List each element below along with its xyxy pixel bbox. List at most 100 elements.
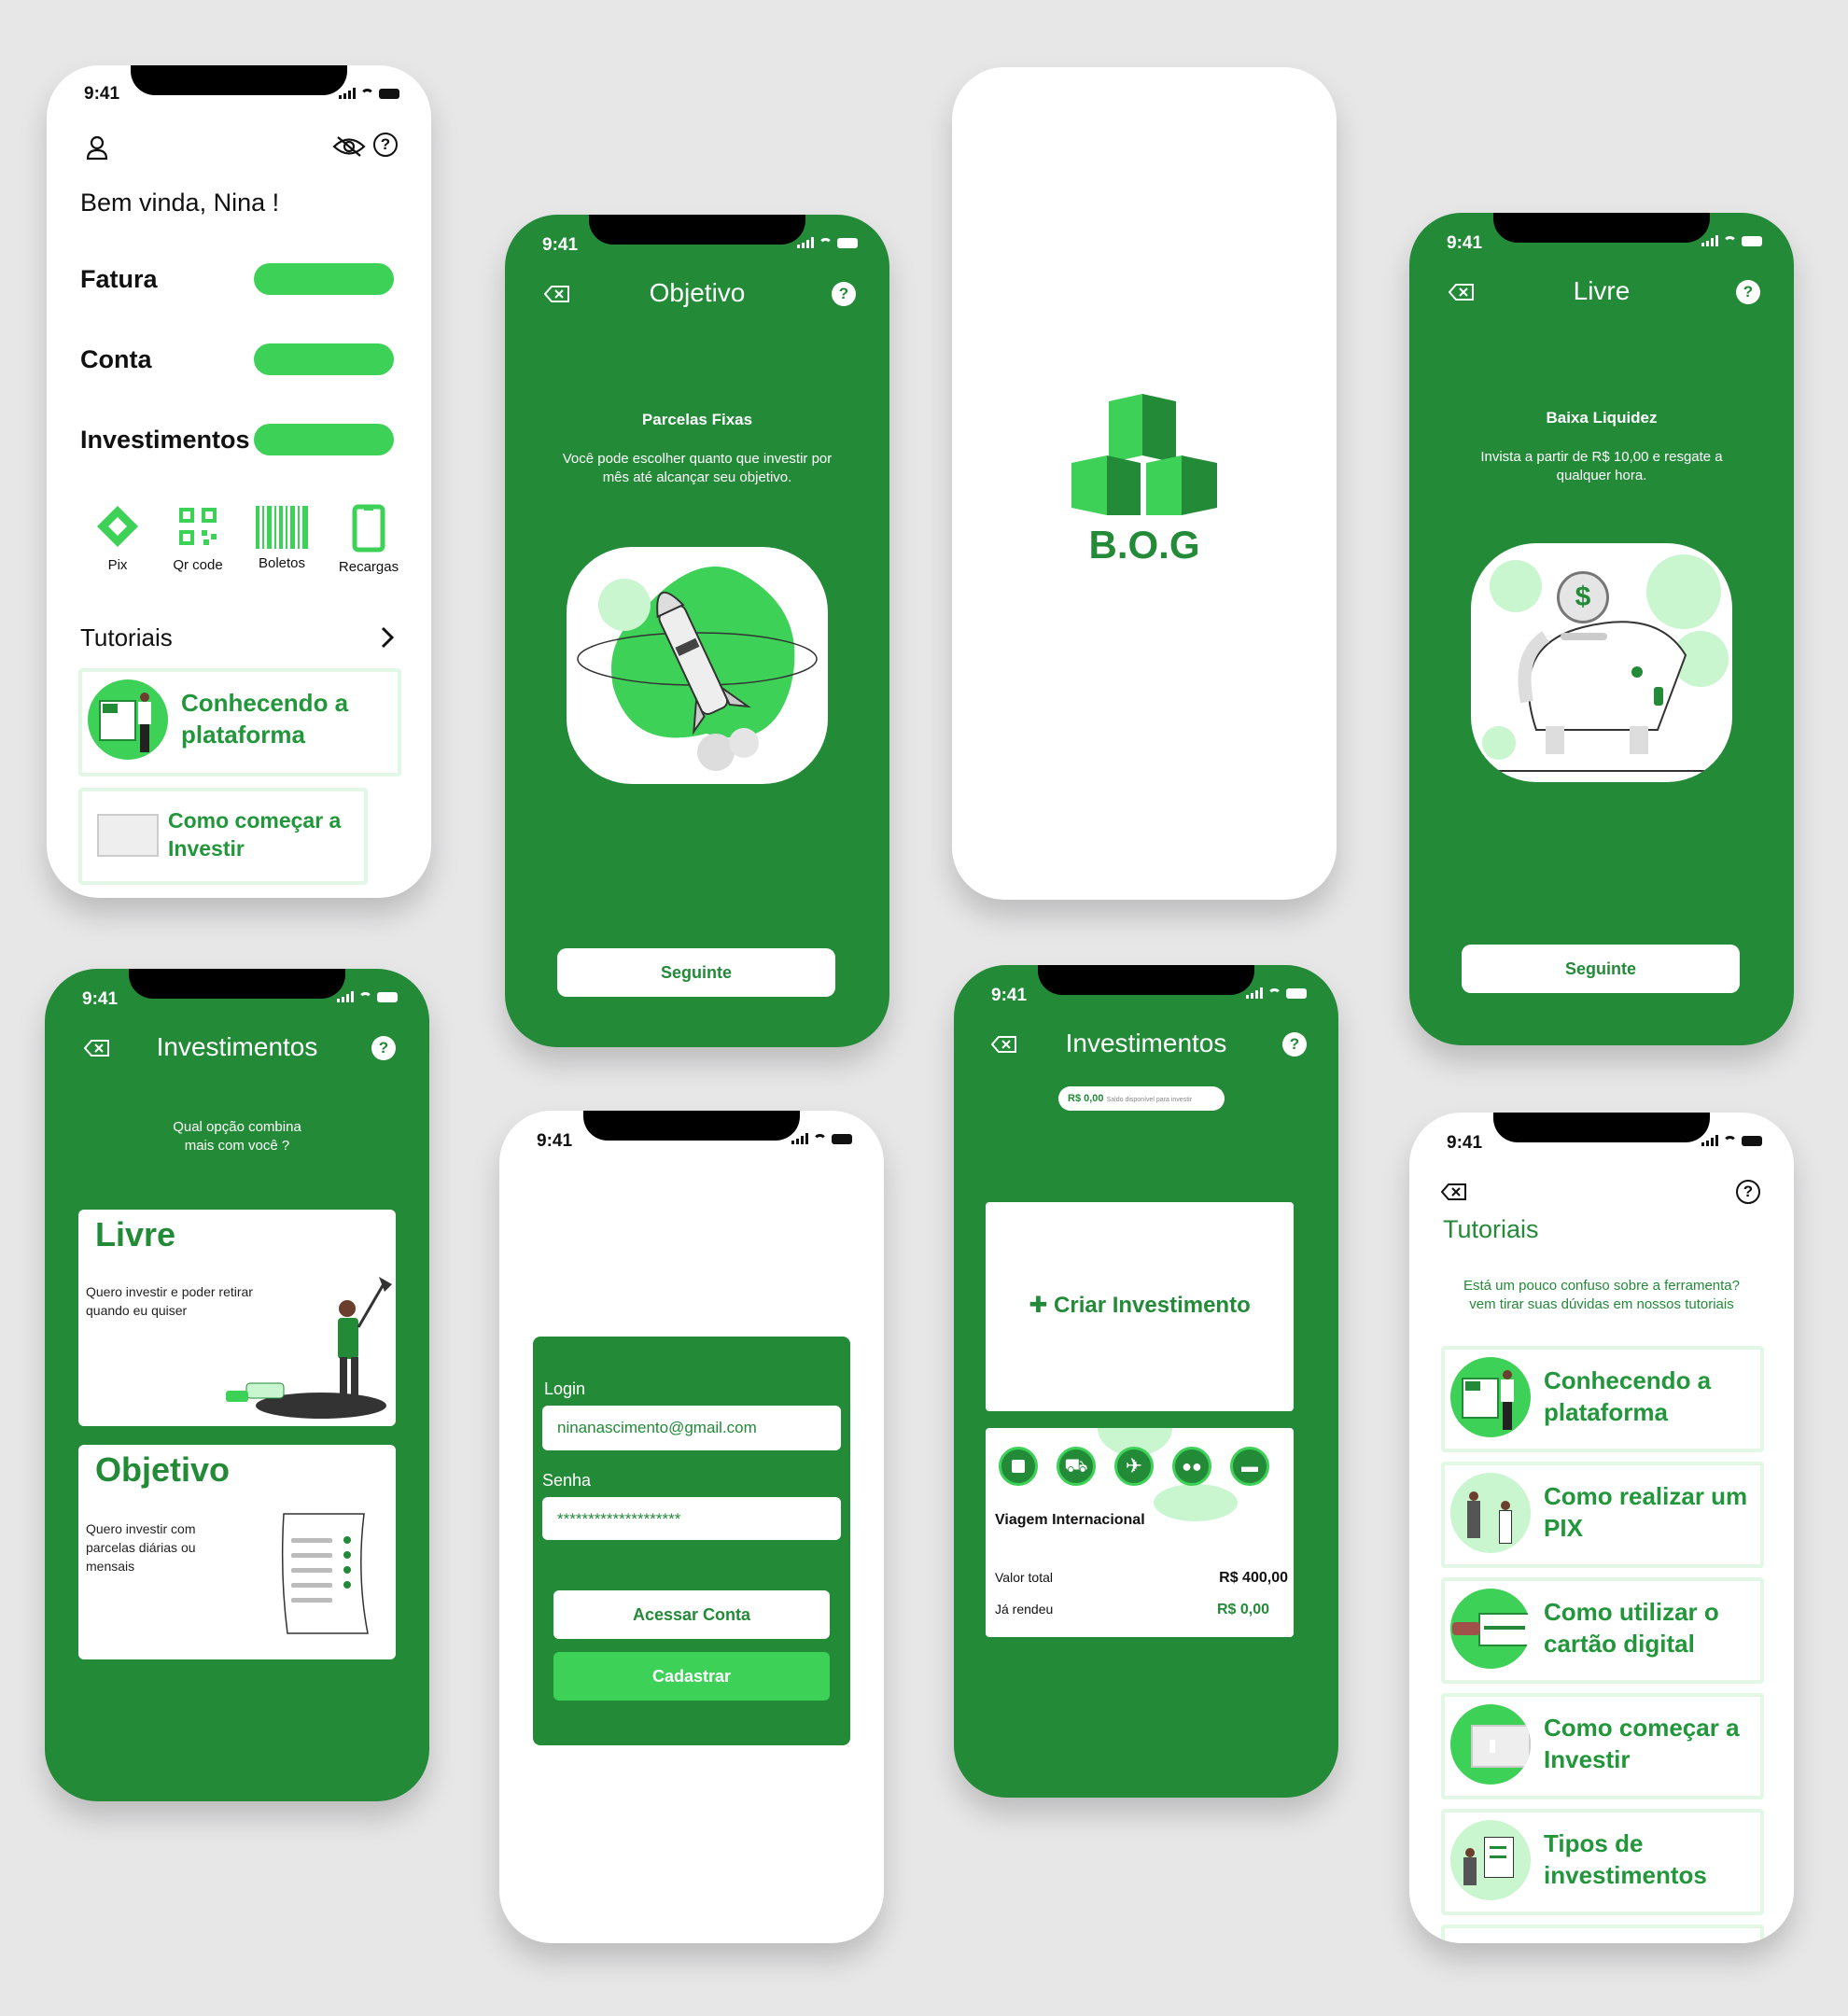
tutorial-thumbnail [1450, 1704, 1531, 1785]
tutorial-card[interactable]: Conhecendo a plataforma [1441, 1346, 1764, 1452]
option-description: Quero investir com parcelas diárias ou m… [86, 1521, 196, 1574]
shortcut-qr-code[interactable]: Qr code [162, 506, 233, 573]
shortcut-label: Boletos [258, 555, 306, 571]
tutorial-card-partial[interactable] [1441, 1925, 1764, 1943]
status-time: 9:41 [84, 84, 120, 104]
create-investment-card[interactable]: ✚ Criar Investimento [986, 1202, 1294, 1411]
tutorial-card[interactable]: Tipos de investimentos [1441, 1809, 1764, 1915]
category-icon-bicycle[interactable]: ●● [1172, 1447, 1211, 1486]
investment-choice-screen: 9:41 Investimentos ? Qual opção combina … [45, 969, 429, 1801]
category-icon-car[interactable]: ⛟ [1057, 1447, 1096, 1486]
tutorial-card[interactable]: Como realizar um PIX [1441, 1462, 1764, 1568]
status-icons [791, 1133, 852, 1144]
dollar-coin-icon: $ [1557, 571, 1609, 623]
balance-badge: R$ 0,00 Saldo disponível para investir [1058, 1086, 1225, 1111]
investimentos-value-pill[interactable] [254, 424, 394, 455]
row-label-fatura: Fatura [80, 265, 158, 293]
pix-icon [97, 506, 138, 547]
tutorials-subtitle: Está um pouco confuso sobre a ferramenta… [1463, 1278, 1740, 1312]
tutorial-card[interactable]: Como utilizar o cartão digital [1441, 1577, 1764, 1684]
chevron-right-icon[interactable] [379, 625, 396, 650]
option-card-objetivo[interactable]: Objetivo Quero investir com parcelas diá… [78, 1445, 396, 1659]
tutorial-card[interactable]: Como começar a Investir [78, 788, 368, 885]
section-heading: Parcelas Fixas [641, 411, 753, 428]
goal-card[interactable]: ⛟ ✈ ●● ▬ Viagem Internacional Valor tota… [986, 1428, 1294, 1637]
help-icon[interactable]: ? [1736, 280, 1760, 304]
help-icon[interactable]: ? [1736, 1180, 1760, 1204]
tutorial-label: Conhecendo a plataforma [1544, 1366, 1712, 1426]
tutorial-label: Tipos de investimentos [1544, 1829, 1707, 1889]
conta-value-pill[interactable] [254, 343, 394, 375]
shortcut-pix[interactable]: Pix [88, 504, 147, 573]
help-icon[interactable]: ? [1282, 1032, 1307, 1057]
tutorial-thumbnail [1450, 1589, 1531, 1669]
status-time: 9:41 [1447, 1133, 1483, 1153]
category-icon-square[interactable] [999, 1447, 1038, 1486]
shortcut-label: Pix [107, 557, 128, 573]
email-field[interactable]: ninanascimento@gmail.com [542, 1406, 841, 1450]
status-icons [337, 991, 398, 1002]
objetivo-screen: 9:41 Objetivo ? Parcelas Fixas Você pode… [505, 215, 889, 1047]
create-investment-label: ✚ Criar Investimento [986, 1292, 1294, 1319]
notch [1493, 1113, 1710, 1142]
tutorial-thumbnail [1450, 1357, 1531, 1437]
shortcut-label: Recargas [338, 559, 399, 575]
status-time: 9:41 [537, 1131, 573, 1151]
tutorial-label: Como utilizar o cartão digital [1544, 1598, 1719, 1658]
shortcut-boletos[interactable]: Boletos [246, 506, 317, 571]
tutorials-heading: Tutoriais [80, 623, 173, 651]
category-icon-bed[interactable]: ▬ [1230, 1447, 1269, 1486]
password-label: Senha [542, 1471, 592, 1490]
notch [131, 65, 347, 95]
password-field[interactable]: ******************** [542, 1497, 841, 1540]
piggy-bank-illustration: $ [1471, 543, 1732, 782]
option-card-livre[interactable]: Livre Quero investir e poder retirar qua… [78, 1210, 396, 1426]
next-button[interactable]: Seguinte [557, 948, 835, 997]
tutorial-label: Conhecendo a plataforma [181, 689, 349, 749]
category-icon-airplane[interactable]: ✈ [1114, 1447, 1154, 1486]
section-description: Você pode escolher quanto que investir p… [562, 451, 833, 485]
register-button[interactable]: Cadastrar [553, 1652, 830, 1701]
help-icon[interactable]: ? [832, 282, 856, 306]
status-icons [1246, 987, 1307, 999]
tutorial-card[interactable]: Como começar a Investir [1441, 1693, 1764, 1799]
balance-note: Saldo disponível para investir [1106, 1097, 1193, 1103]
investment-dashboard-screen: 9:41 Investimentos ? R$ 0,00 Saldo dispo… [954, 965, 1338, 1798]
plus-icon: ✚ [1029, 1293, 1048, 1318]
login-label: Login [544, 1379, 586, 1398]
next-button[interactable]: Seguinte [1462, 945, 1740, 993]
section-heading: Baixa Liquidez [1546, 409, 1658, 427]
user-icon[interactable] [84, 134, 110, 161]
row-label-investimentos: Investimentos [80, 426, 250, 454]
total-value: R$ 400,00 [1219, 1570, 1288, 1586]
phone-icon [352, 504, 385, 553]
tutorial-card[interactable]: Conhecendo a plataforma [78, 668, 401, 777]
row-label-conta: Conta [80, 345, 152, 373]
fatura-value-pill[interactable] [254, 263, 394, 295]
total-label: Valor total [995, 1570, 1053, 1585]
splash-screen: B.O.G [952, 67, 1337, 900]
livre-screen: 9:41 Livre ? Baixa Liquidez Invista a pa… [1409, 213, 1794, 1045]
eye-off-icon[interactable] [332, 134, 366, 159]
screen-title: Investimentos [1065, 1029, 1227, 1057]
option-title: Objetivo [95, 1450, 231, 1489]
access-account-button[interactable]: Acessar Conta [553, 1590, 830, 1639]
balance-value: R$ 0,00 [1068, 1093, 1104, 1104]
notch [583, 1111, 800, 1141]
back-icon[interactable] [1441, 1183, 1467, 1200]
logo-text: B.O.G [1088, 523, 1200, 567]
earned-label: Já rendeu [995, 1602, 1054, 1617]
tutorial-label: Como realizar um PIX [1544, 1482, 1748, 1542]
tutorial-label: Como começar a Investir [168, 808, 342, 861]
help-icon[interactable]: ? [371, 1036, 396, 1060]
tutorial-thumbnail [1450, 1820, 1531, 1900]
section-description: Invista a partir de R$ 10,00 e resgate a… [1480, 449, 1723, 483]
help-icon[interactable]: ? [373, 133, 398, 157]
status-time: 9:41 [542, 235, 579, 255]
qr-code-icon [179, 508, 217, 545]
status-icons [1701, 1135, 1762, 1146]
shortcut-recargas[interactable]: Recargas [327, 504, 411, 575]
barcode-icon [256, 506, 308, 549]
rocket-illustration [567, 547, 828, 784]
tutorial-thumbnail [97, 814, 159, 857]
